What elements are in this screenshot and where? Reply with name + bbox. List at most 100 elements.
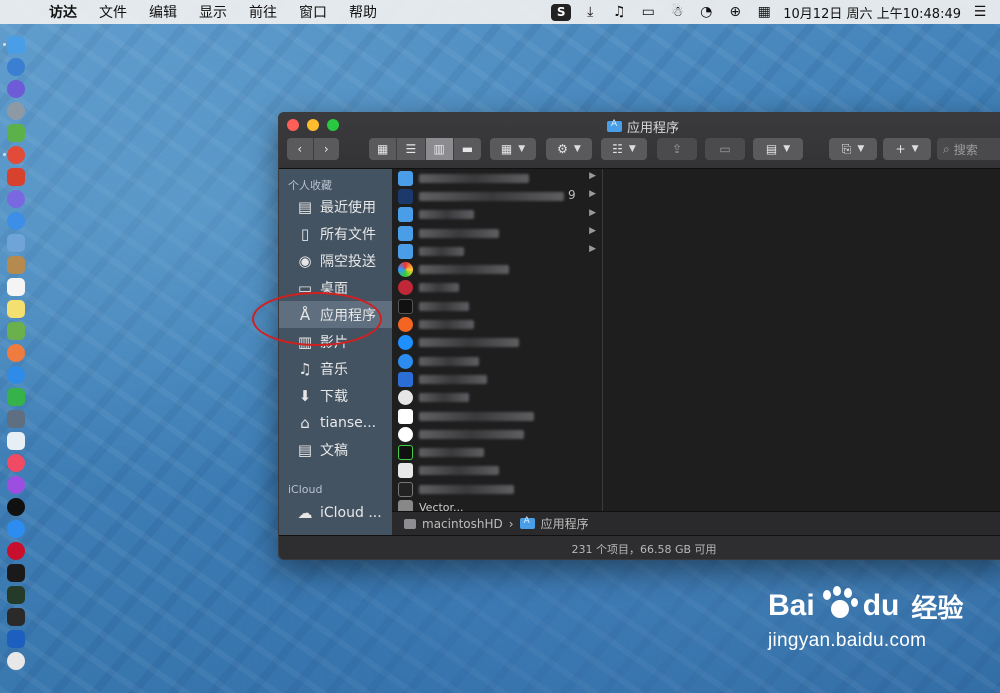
search-input[interactable]: ⌕ 搜索: [937, 138, 1000, 160]
list-item[interactable]: 9 ▶: [392, 187, 602, 205]
list-item[interactable]: [392, 334, 602, 352]
messages-dock-icon[interactable]: [7, 366, 25, 384]
list-item[interactable]: [392, 297, 602, 315]
path-item-folder[interactable]: 应用程序: [541, 515, 589, 532]
sidebar-item-label: iCloud ...: [320, 504, 382, 521]
app-icon: [398, 463, 413, 479]
menu-finder[interactable]: 访达: [38, 2, 88, 22]
sidebar-item-airdrop[interactable]: ◉ 隔空投送: [279, 247, 392, 274]
chevron-right-icon: ▶: [589, 244, 596, 255]
activity-monitor-dock-icon[interactable]: [7, 586, 25, 604]
sidebar-item-downloads[interactable]: ⬇ 下载: [279, 382, 392, 409]
sidebar-item-recents[interactable]: ▤ 最近使用: [279, 193, 392, 220]
back-button[interactable]: ‹: [287, 138, 314, 160]
app-purple-dock-icon[interactable]: [7, 190, 25, 208]
list-item[interactable]: ▶: [392, 224, 602, 242]
sidebar-item-icloud-drive[interactable]: ☁ iCloud ...: [279, 499, 392, 526]
list-item[interactable]: [392, 279, 602, 297]
sidebar-item-home[interactable]: ⌂ tianse...: [279, 409, 392, 436]
watermark-url: jingyan.baidu.com: [768, 630, 927, 651]
app-red-dock-icon[interactable]: [7, 168, 25, 186]
action-button[interactable]: ⚙ ▼: [546, 138, 592, 160]
list-item[interactable]: [392, 425, 602, 443]
terminal-dock-icon[interactable]: [7, 564, 25, 582]
system-preferences-dock-icon[interactable]: [7, 410, 25, 428]
group-button[interactable]: ▦ ▼: [490, 138, 536, 160]
launchpad-dock-icon[interactable]: [7, 58, 25, 76]
time-machine-icon[interactable]: ◔: [696, 3, 716, 21]
list-item[interactable]: [392, 370, 602, 388]
app-icon: [398, 262, 413, 278]
folder-icon: [398, 225, 413, 241]
calendar-icon[interactable]: ▦: [754, 3, 774, 21]
photos-dock-icon[interactable]: [7, 344, 25, 362]
gallery-view-button[interactable]: ▬: [454, 138, 481, 160]
globe-icon[interactable]: ⊕: [725, 3, 745, 21]
share-button[interactable]: ⇪: [657, 138, 697, 160]
menu-edit[interactable]: 编辑: [138, 2, 188, 22]
list-item[interactable]: Vector...: [392, 498, 602, 511]
calendar-dock-icon[interactable]: [7, 278, 25, 296]
app-store-dock-icon[interactable]: [7, 520, 25, 538]
safari-dock-icon[interactable]: [7, 212, 25, 230]
android-dock-icon[interactable]: [7, 124, 25, 142]
siri-dock-icon[interactable]: [7, 80, 25, 98]
menu-window[interactable]: 窗口: [288, 2, 338, 22]
list-item[interactable]: [392, 407, 602, 425]
yandex-dock-icon[interactable]: [7, 652, 25, 670]
vivaldi-dock-icon[interactable]: [7, 542, 25, 560]
list-view-button[interactable]: ☰: [397, 138, 426, 160]
path-item-disk[interactable]: macintoshHD: [422, 517, 503, 531]
title-bar: 应用程序 ‹ › ▦ ☰ ▥ ▬ ▦▼ ⚙▼ ☷▼ ⇪ ▭ ▤▼ ⎘▼ +▼ ⌕…: [279, 113, 1000, 169]
list-item[interactable]: [392, 389, 602, 407]
app-icon: [398, 335, 413, 351]
list-item[interactable]: [392, 260, 602, 278]
menubar-clock[interactable]: 10月12日 周六 上午10:48:49: [783, 3, 961, 22]
finder-dock-icon[interactable]: [3, 36, 25, 54]
sidebar-item-music[interactable]: ♫ 音乐: [279, 355, 392, 382]
sidebar-item-all-files[interactable]: ▯ 所有文件: [279, 220, 392, 247]
keynote-dock-icon[interactable]: [7, 432, 25, 450]
console-dock-icon[interactable]: [7, 608, 25, 626]
s-app-icon[interactable]: S: [551, 3, 572, 21]
list-item[interactable]: [392, 315, 602, 333]
forward-button[interactable]: ›: [314, 138, 340, 160]
column-view-button[interactable]: ▥: [425, 138, 454, 160]
list-item[interactable]: [392, 352, 602, 370]
download-icon[interactable]: ⤓: [580, 3, 600, 21]
documents-icon: ▤: [297, 440, 313, 459]
vpn-dock-icon[interactable]: [7, 630, 25, 648]
notes-dock-icon[interactable]: [7, 300, 25, 318]
facetime-dock-icon[interactable]: [7, 388, 25, 406]
list-item[interactable]: [392, 443, 602, 461]
arrange-button[interactable]: ☷ ▼: [601, 138, 647, 160]
new-document-button[interactable]: ▤ ▼: [753, 138, 803, 160]
icon-view-button[interactable]: ▦: [369, 138, 398, 160]
apple-tv-dock-icon[interactable]: [7, 498, 25, 516]
preview-dock-icon[interactable]: [7, 234, 25, 252]
airplay-icon[interactable]: ▭: [638, 3, 658, 21]
tag-button[interactable]: ▭: [705, 138, 745, 160]
sidebar-item-documents[interactable]: ▤ 文稿: [279, 436, 392, 463]
maps-dock-icon[interactable]: [7, 322, 25, 340]
clipboard-button[interactable]: ⎘ ▼: [829, 138, 877, 160]
rocket-dock-icon[interactable]: [7, 102, 25, 120]
menu-go[interactable]: 前往: [238, 2, 288, 22]
qq-icon[interactable]: ☃: [667, 3, 687, 21]
menu-help[interactable]: 帮助: [338, 2, 388, 22]
list-item[interactable]: ▶: [392, 206, 602, 224]
list-item[interactable]: [392, 462, 602, 480]
list-item[interactable]: ▶: [392, 169, 602, 187]
add-button[interactable]: + ▼: [883, 138, 931, 160]
menu-view[interactable]: 显示: [188, 2, 238, 22]
control-center-icon[interactable]: ☰: [970, 3, 990, 21]
partial-text: 9: [568, 188, 576, 203]
menu-file[interactable]: 文件: [88, 2, 138, 22]
podcasts-dock-icon[interactable]: [7, 476, 25, 494]
list-item[interactable]: [392, 480, 602, 498]
notes-brown-dock-icon[interactable]: [7, 256, 25, 274]
music-dock-icon[interactable]: [7, 454, 25, 472]
list-item[interactable]: ▶: [392, 242, 602, 260]
music-note-icon[interactable]: ♫: [609, 3, 629, 21]
chrome-dock-icon[interactable]: [3, 146, 25, 164]
